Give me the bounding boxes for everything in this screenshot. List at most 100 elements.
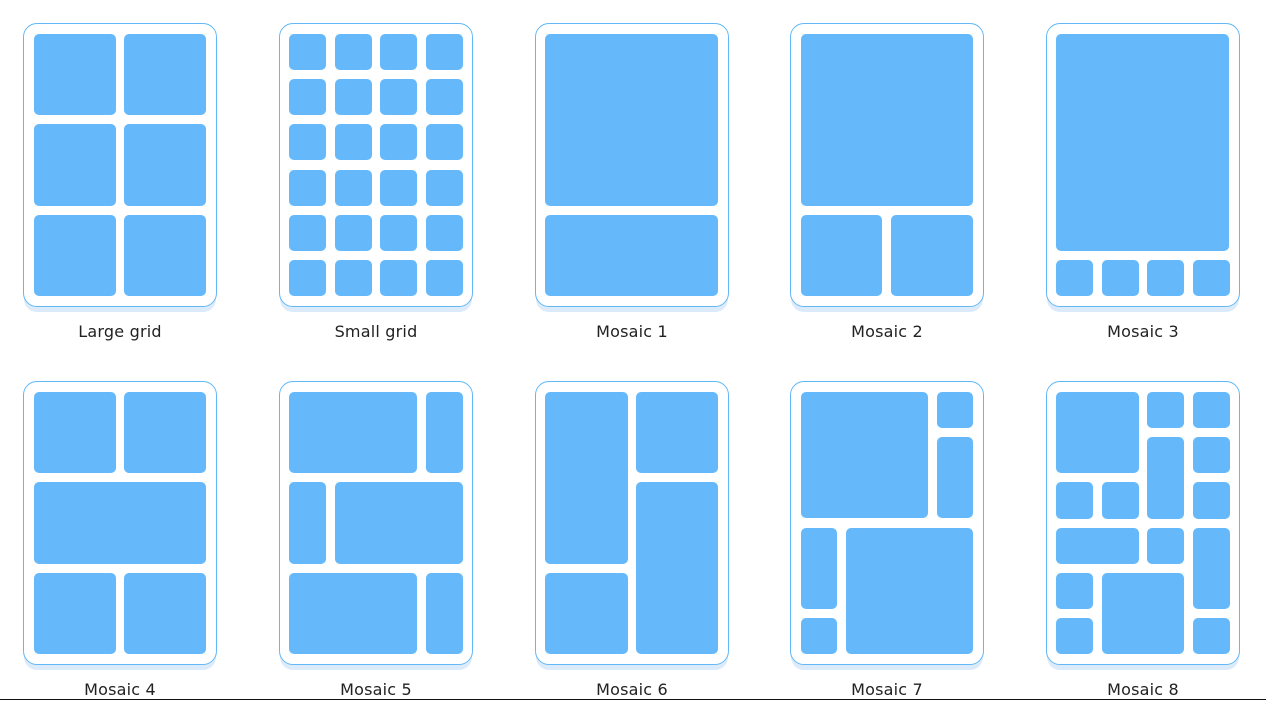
layout-tile [426,392,463,473]
layout-tile [34,573,116,654]
layout-tile [937,392,973,428]
layout-label: Mosaic 7 [851,680,923,699]
layout-thumbnail [1046,23,1240,307]
layout-tile [891,215,973,296]
layout-tile [34,215,116,296]
layout-tile [801,618,837,654]
layout-thumbnail [23,23,217,307]
layout-label: Mosaic 2 [851,322,923,341]
layout-tile [124,124,206,206]
layout-tile [545,34,718,206]
layout-tile [380,79,417,115]
layout-tile [380,170,417,206]
layout-tile [801,215,882,296]
layout-tile [1056,260,1093,296]
layout-tile [124,34,206,115]
layout-tile [289,392,417,473]
layout-tile [289,260,326,296]
layout-option-mosaic-3[interactable]: Mosaic 3 [1046,23,1240,343]
layout-option-mosaic-4[interactable]: Mosaic 4 [23,381,217,701]
layout-tile [1056,528,1139,564]
layout-label: Mosaic 5 [340,680,412,699]
layout-option-mosaic-7[interactable]: Mosaic 7 [790,381,984,701]
layout-tile [1056,392,1139,473]
layout-tile [1056,482,1093,519]
layout-tile [801,392,928,518]
layout-tile [289,482,326,564]
layout-option-mosaic-8[interactable]: Mosaic 8 [1046,381,1240,701]
layout-picker-grid: Large grid Small grid Mosaic 1 Mosaic 2 … [0,0,1266,701]
layout-tile [426,170,463,206]
layout-label: Mosaic 1 [596,322,668,341]
layout-tile [335,215,372,251]
layout-tile [289,170,326,206]
layout-tile [1102,482,1139,519]
layout-label: Large grid [78,322,162,341]
layout-option-mosaic-2[interactable]: Mosaic 2 [790,23,984,343]
layout-tile [801,34,973,206]
layout-tile [1056,573,1093,609]
layout-thumbnail [279,23,473,307]
layout-tile [801,528,837,609]
layout-tile [1193,260,1230,296]
layout-tile [335,34,372,70]
layout-tile [34,34,116,115]
layout-tile [636,482,718,654]
layout-thumbnail [279,381,473,665]
layout-tile [124,215,206,296]
layout-thumbnail [535,23,729,307]
layout-tile [335,124,372,160]
layout-tile [1147,392,1184,428]
layout-tile [380,215,417,251]
layout-thumbnail [535,381,729,665]
layout-label: Mosaic 6 [596,680,668,699]
layout-tile [545,392,628,564]
layout-tile [545,573,628,654]
layout-tile [289,215,326,251]
layout-tile [1102,260,1139,296]
layout-tile [1147,260,1184,296]
layout-tile [1193,392,1230,428]
layout-tile [426,215,463,251]
layout-label: Small grid [334,322,418,341]
layout-tile [380,34,417,70]
layout-tile [380,124,417,160]
layout-label: Mosaic 3 [1107,322,1179,341]
layout-tile [1147,528,1184,564]
layout-tile [426,573,463,654]
layout-option-mosaic-5[interactable]: Mosaic 5 [279,381,473,701]
layout-tile [335,482,463,564]
layout-tile [426,260,463,296]
layout-option-mosaic-1[interactable]: Mosaic 1 [535,23,729,343]
layout-tile [1147,437,1184,519]
layout-tile [545,215,718,296]
layout-tile [1193,437,1230,473]
bottom-divider [0,699,1266,700]
layout-tile [1056,618,1093,654]
layout-tile [124,573,206,654]
layout-tile [289,34,326,70]
layout-tile [380,260,417,296]
layout-option-mosaic-6[interactable]: Mosaic 6 [535,381,729,701]
layout-tile [426,124,463,160]
layout-option-large-grid[interactable]: Large grid [23,23,217,343]
layout-tile [636,392,718,473]
layout-thumbnail [790,23,984,307]
layout-label: Mosaic 8 [1107,680,1179,699]
layout-tile [426,79,463,115]
layout-label: Mosaic 4 [84,680,156,699]
layout-thumbnail [23,381,217,665]
layout-tile [335,170,372,206]
layout-tile [289,79,326,115]
layout-tile [1193,482,1230,519]
layout-tile [426,34,463,70]
layout-tile [937,437,973,518]
layout-tile [1056,34,1229,251]
layout-tile [289,124,326,160]
layout-tile [34,482,206,564]
layout-tile [289,573,417,654]
layout-tile [1102,573,1184,654]
layout-tile [335,79,372,115]
layout-option-small-grid[interactable]: Small grid [279,23,473,343]
layout-thumbnail [790,381,984,665]
